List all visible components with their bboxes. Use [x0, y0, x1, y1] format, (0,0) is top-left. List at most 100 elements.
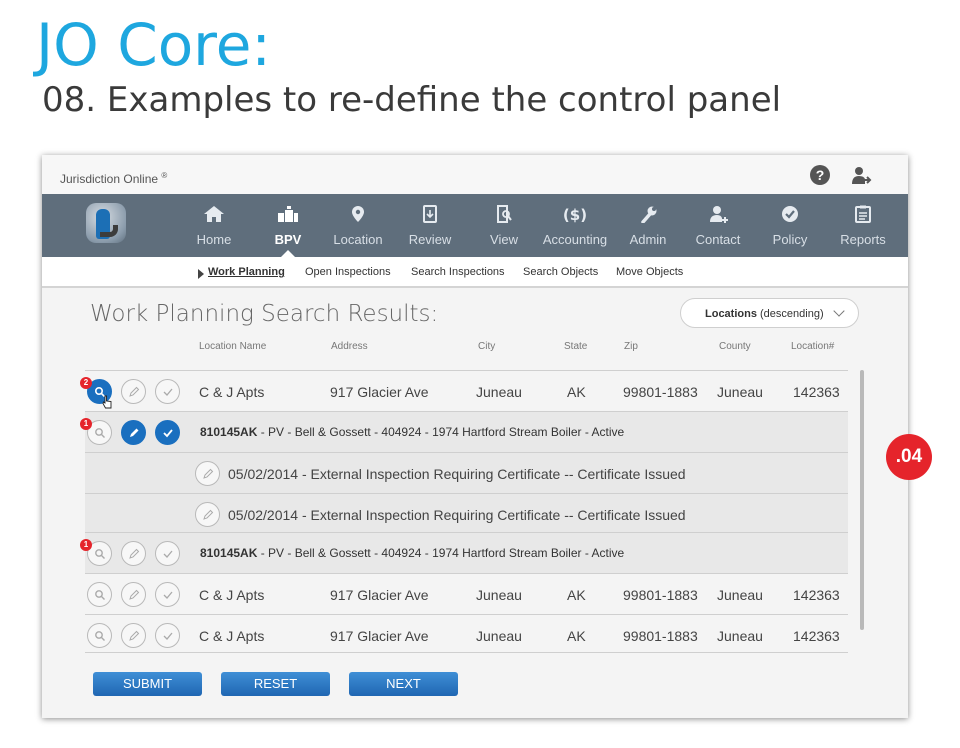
inspection-description: 05/02/2014 - External Inspection Requiri…	[228, 466, 686, 482]
main-nav: Home BPV Location Review View ($) Accoun…	[42, 194, 908, 257]
col-location-number[interactable]: Location#	[791, 341, 834, 352]
inspection-row[interactable]: 05/02/2014 - External Inspection Requiri…	[85, 453, 848, 493]
next-button[interactable]: NEXT	[349, 672, 458, 696]
subnav-open-inspections[interactable]: Open Inspections	[305, 266, 391, 278]
boiler-icon	[278, 206, 298, 222]
approve-button[interactable]	[155, 541, 180, 566]
nav-item-reports[interactable]: Reports	[834, 194, 892, 257]
notification-badge: 1	[80, 539, 92, 551]
search-icon	[95, 549, 105, 559]
edit-button[interactable]	[121, 420, 146, 445]
cell-state: AK	[567, 384, 586, 400]
approve-button[interactable]	[155, 379, 180, 404]
subnav-search-inspections[interactable]: Search Inspections	[411, 266, 505, 278]
inspection-description: 05/02/2014 - External Inspection Requiri…	[228, 507, 686, 523]
pencil-icon	[129, 548, 140, 559]
subnav-move-objects[interactable]: Move Objects	[616, 266, 683, 278]
object-row[interactable]: 1 810145AK - PV - Bell & Gossett - 40492…	[80, 533, 848, 573]
pencil-icon	[203, 468, 214, 479]
col-county[interactable]: County	[719, 341, 751, 352]
cell-location-name: C & J Apts	[199, 384, 265, 400]
col-city[interactable]: City	[478, 341, 495, 352]
nav-item-policy[interactable]: Policy	[762, 194, 818, 257]
col-location-name[interactable]: Location Name	[199, 341, 266, 352]
approve-button[interactable]	[155, 623, 180, 648]
object-description: 810145AK - PV - Bell & Gossett - 404924 …	[200, 425, 624, 439]
inspection-row[interactable]: 05/02/2014 - External Inspection Requiri…	[85, 494, 848, 534]
submit-button[interactable]: SUBMIT	[93, 672, 202, 696]
search-button[interactable]	[87, 582, 112, 607]
edit-button[interactable]	[121, 379, 146, 404]
approve-button[interactable]	[155, 582, 180, 607]
nav-item-review[interactable]: Review	[402, 194, 458, 257]
check-badge-icon	[782, 206, 798, 222]
caret-right-icon	[198, 269, 204, 279]
edit-button[interactable]	[121, 582, 146, 607]
check-icon	[163, 388, 173, 396]
cell-location-number: 142363	[793, 628, 840, 644]
col-address[interactable]: Address	[331, 341, 368, 352]
nav-item-admin[interactable]: Admin	[620, 194, 676, 257]
nav-item-home[interactable]: Home	[186, 194, 242, 257]
cell-zip: 99801-1883	[623, 587, 698, 603]
edit-button[interactable]	[195, 461, 220, 486]
cell-city: Juneau	[476, 587, 522, 603]
nav-item-label: Reports	[840, 232, 886, 247]
app-window: Jurisdiction Online ® ? Home BPV Locatio…	[42, 155, 908, 718]
pencil-icon	[129, 589, 140, 600]
cell-city: Juneau	[476, 384, 522, 400]
table-row[interactable]: C & J Apts 917 Glacier Ave Juneau AK 998…	[85, 574, 848, 614]
contact-add-icon	[710, 206, 728, 223]
notification-badge: 1	[80, 418, 92, 430]
subnav-search-objects[interactable]: Search Objects	[523, 266, 598, 278]
annotation-marker: .04	[886, 434, 932, 480]
sort-dropdown[interactable]: Locations (descending)	[680, 298, 859, 328]
check-icon	[163, 632, 173, 640]
nav-item-accounting[interactable]: ($) Accounting	[538, 194, 612, 257]
edit-button[interactable]	[121, 623, 146, 648]
help-icon[interactable]: ?	[810, 165, 830, 185]
object-details: - PV - Bell & Gossett - 404924 - 1974 Ha…	[257, 425, 625, 439]
object-row[interactable]: 1 810145AK - PV - Bell & Gossett - 40492…	[80, 412, 848, 452]
approve-button[interactable]	[155, 420, 180, 445]
cell-state: AK	[567, 628, 586, 644]
col-state[interactable]: State	[564, 341, 587, 352]
notification-badge: 2	[80, 377, 92, 389]
nav-item-label: Policy	[772, 232, 808, 247]
reset-button[interactable]: RESET	[221, 672, 330, 696]
app-name: Jurisdiction Online ®	[60, 171, 168, 186]
col-zip[interactable]: Zip	[624, 341, 638, 352]
dollar-icon: ($)	[564, 206, 586, 223]
nav-item-location[interactable]: Location	[328, 194, 388, 257]
pencil-icon	[129, 630, 140, 641]
check-icon	[163, 429, 173, 438]
search-icon	[95, 428, 105, 438]
results-title: Work Planning Search Results:	[90, 301, 439, 327]
table-row[interactable]: 2 C & J Apts 917 Glacier Ave Juneau AK 9…	[80, 371, 848, 411]
edit-button[interactable]	[195, 502, 220, 527]
scrollbar[interactable]	[860, 370, 864, 630]
slide-title: JO Core:	[36, 11, 271, 79]
user-logout-icon[interactable]	[850, 165, 872, 187]
home-icon	[204, 206, 224, 222]
nav-item-view[interactable]: View	[476, 194, 532, 257]
clipboard-icon	[855, 205, 871, 223]
search-button[interactable]	[87, 623, 112, 648]
cell-state: AK	[567, 587, 586, 603]
object-description: 810145AK - PV - Bell & Gossett - 404924 …	[200, 546, 624, 560]
nav-item-contact[interactable]: Contact	[690, 194, 746, 257]
jurisdiction-online-logo[interactable]	[86, 203, 126, 243]
edit-button[interactable]	[121, 541, 146, 566]
hand-cursor-icon	[102, 395, 112, 409]
object-details: - PV - Bell & Gossett - 404924 - 1974 Ha…	[257, 546, 625, 560]
nav-item-label: Location	[333, 232, 383, 247]
table-row[interactable]: C & J Apts 917 Glacier Ave Juneau AK 998…	[85, 615, 848, 655]
cell-location-name: C & J Apts	[199, 628, 265, 644]
subnav-work-planning[interactable]: Work Planning	[208, 266, 285, 278]
cell-zip: 99801-1883	[623, 628, 698, 644]
search-icon	[95, 590, 105, 600]
nav-item-bpv[interactable]: BPV	[260, 194, 316, 257]
search-icon	[95, 631, 105, 641]
nav-item-label: Contact	[695, 232, 741, 247]
cell-city: Juneau	[476, 628, 522, 644]
